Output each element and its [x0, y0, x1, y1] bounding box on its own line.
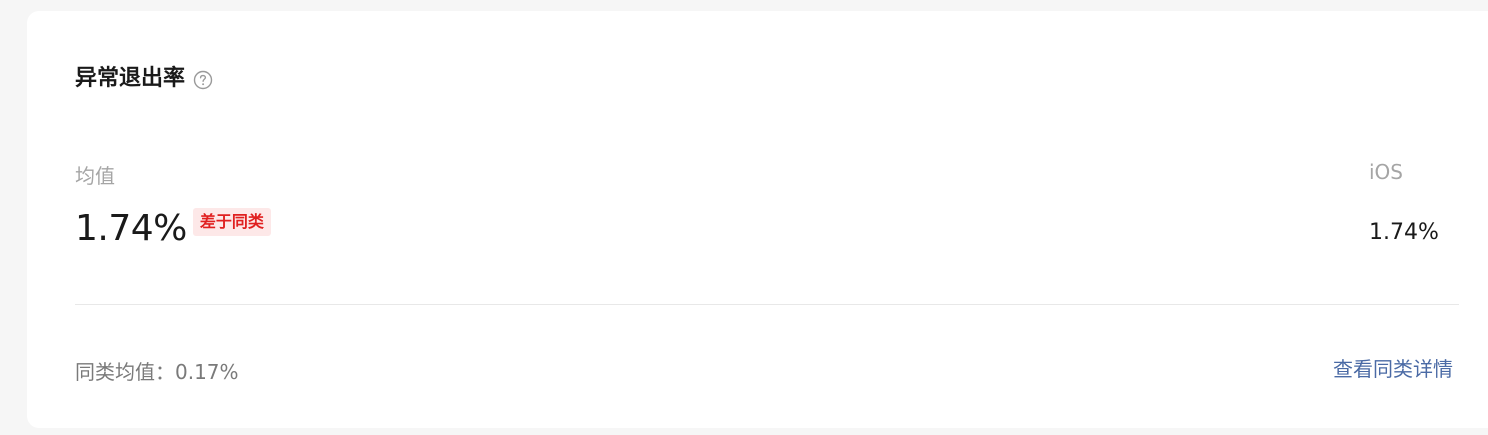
- view-peer-details-link[interactable]: 查看同类详情: [1333, 353, 1453, 382]
- ios-label: iOS: [1369, 160, 1403, 184]
- average-value: 1.74%: [75, 208, 187, 249]
- card-header: 异常退出率: [75, 65, 213, 93]
- average-value-row: 1.74% 差于同类: [75, 206, 271, 252]
- crash-rate-card: 异常退出率 均值 iOS 1.74% 差于同类 1.74% 同类均值：0.17%…: [27, 11, 1488, 428]
- card-title: 异常退出率: [75, 66, 186, 91]
- ios-value: 1.74%: [1369, 220, 1439, 245]
- divider: [75, 304, 1459, 305]
- question-circle-icon[interactable]: [193, 70, 213, 90]
- comparison-badge: 差于同类: [192, 208, 271, 236]
- average-label: 均值: [75, 164, 115, 188]
- peer-average: 同类均值：0.17%: [75, 360, 239, 384]
